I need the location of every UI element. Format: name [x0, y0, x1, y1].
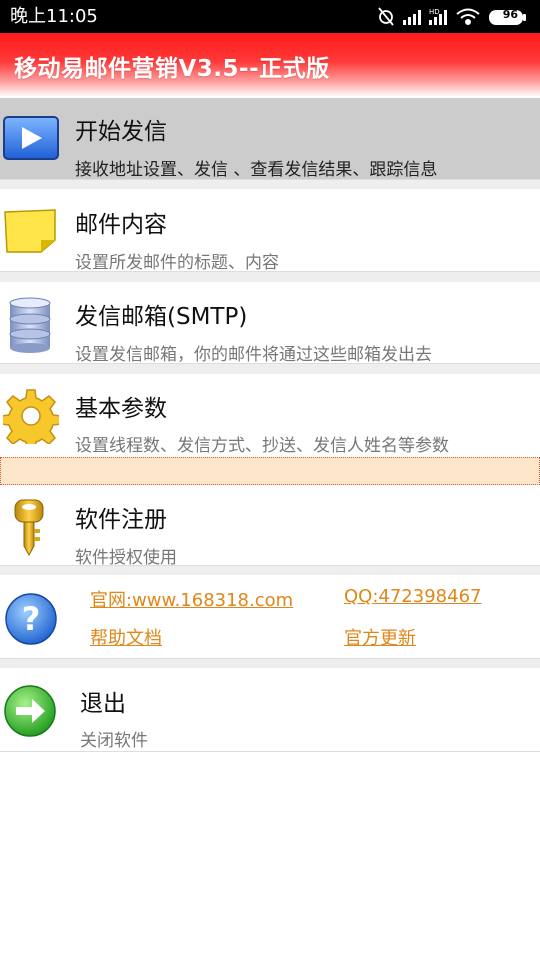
title-bar: 移动易邮件营销V3.5--正式版 — [0, 33, 540, 97]
wifi-icon — [456, 8, 480, 25]
divider — [0, 659, 540, 668]
note-icon — [3, 208, 57, 258]
menu-item-start-sending[interactable]: 开始发信 接收地址设置、发信 、查看发信结果、跟踪信息 — [0, 98, 540, 180]
menu-label: 基本参数 — [75, 396, 167, 422]
divider — [0, 180, 540, 189]
menu-label: 软件注册 — [75, 507, 167, 533]
help-icon: ? — [4, 592, 58, 650]
divider — [0, 566, 540, 575]
app-title: 移动易邮件营销V3.5--正式版 — [14, 56, 330, 82]
menu-item-register[interactable]: 软件注册 软件授权使用 — [0, 485, 540, 568]
menu-desc: 软件授权使用 — [75, 548, 177, 568]
battery-level: 96 — [502, 8, 518, 21]
divider — [0, 364, 540, 374]
highlight-strip — [0, 457, 540, 485]
menu-item-exit[interactable]: 退出 关闭软件 — [0, 668, 540, 752]
menu-desc: 设置发信邮箱，你的邮件将通过这些邮箱发出去 — [75, 345, 432, 365]
menu-desc: 设置所发邮件的标题、内容 — [75, 253, 279, 273]
menu-label: 开始发信 — [75, 119, 167, 145]
signal-hd-icon: HD — [429, 8, 447, 25]
menu-item-basic-params[interactable]: 基本参数 设置线程数、发信方式、抄送、发信人姓名等参数 — [0, 374, 540, 457]
menu-desc: 关闭软件 — [80, 731, 148, 751]
menu-label: 邮件内容 — [75, 212, 167, 238]
menu-item-mail-content[interactable]: 邮件内容 设置所发邮件的标题、内容 — [0, 189, 540, 273]
svg-text:?: ? — [22, 600, 41, 638]
alarm-off-icon — [378, 7, 394, 26]
official-update-link[interactable]: 官方更新 — [344, 624, 416, 650]
arrow-right-icon — [3, 684, 57, 742]
menu-desc: 接收地址设置、发信 、查看发信结果、跟踪信息 — [75, 160, 438, 180]
status-bar: 晚上11:05 HD 96 — [0, 0, 540, 33]
help-docs-link[interactable]: 帮助文档 — [90, 624, 162, 650]
menu-label: 发信邮箱(SMTP) — [75, 304, 248, 330]
help-row: ? 官网:www.168318.com QQ:472398467 帮助文档 官方… — [0, 575, 540, 659]
divider — [0, 272, 540, 282]
menu-desc: 设置线程数、发信方式、抄送、发信人姓名等参数 — [75, 436, 449, 456]
qq-link[interactable]: QQ:472398467 — [344, 586, 481, 607]
play-icon — [2, 115, 60, 165]
status-time: 晚上11:05 — [10, 6, 98, 27]
database-icon — [8, 296, 52, 358]
status-icons: HD 96 — [377, 5, 532, 29]
svg-text:HD: HD — [429, 8, 440, 16]
gear-icon — [0, 388, 62, 451]
website-link[interactable]: 官网:www.168318.com — [90, 586, 293, 612]
signal-icon — [403, 10, 421, 25]
menu-label: 退出 — [80, 691, 126, 717]
menu-item-smtp[interactable]: 发信邮箱(SMTP) 设置发信邮箱，你的邮件将通过这些邮箱发出去 — [0, 282, 540, 365]
key-icon — [12, 499, 46, 561]
